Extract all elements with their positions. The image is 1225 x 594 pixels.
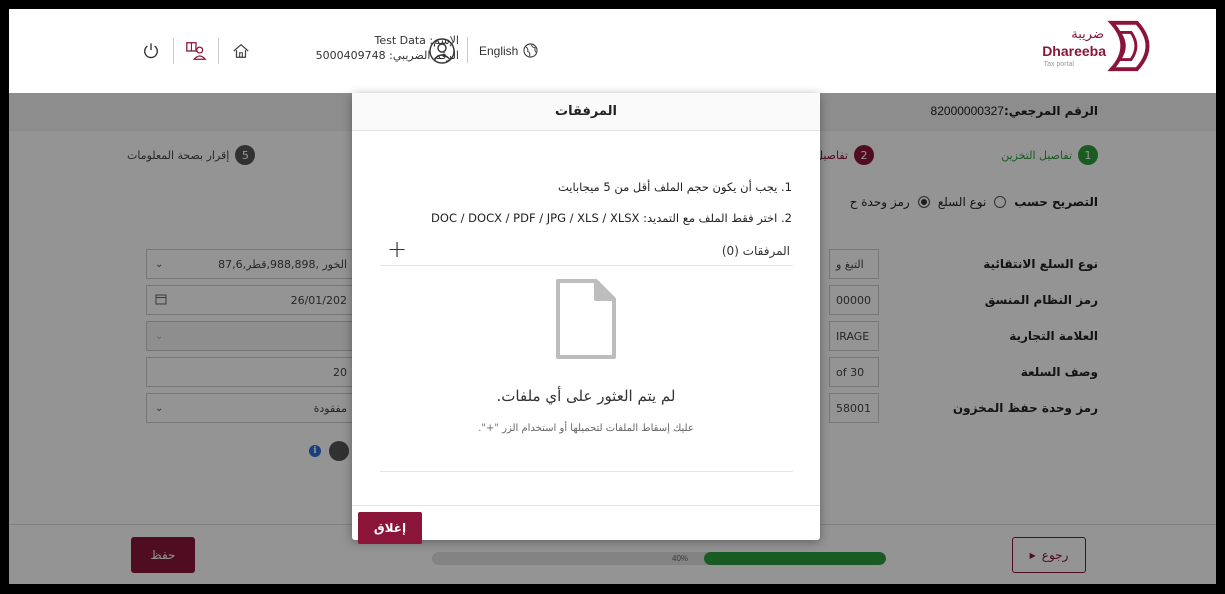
close-button[interactable]: إغلاق [358, 512, 422, 544]
language-switch[interactable]: English [479, 43, 538, 58]
rule-file-types: 2. اختر فقط الملف مع التمديد: DOC / DOCX… [431, 211, 792, 225]
header-divider [173, 38, 174, 64]
dhareeba-logo[interactable]: ضريبة Dhareeba Tax portal [1016, 20, 1150, 79]
empty-state-title: لم يتم العثور على أي ملفات. [496, 387, 676, 405]
home-icon[interactable] [229, 39, 253, 63]
logo-english: Dhareeba [1042, 43, 1106, 59]
file-icon [556, 279, 616, 359]
logo-mark-icon [1107, 20, 1150, 72]
logo-subtitle: Tax portal [1043, 61, 1074, 68]
header-divider [467, 37, 468, 63]
switch-account-icon[interactable] [184, 39, 208, 63]
empty-state-hint: عليك إسقاط الملفات لتحميلها أو استخدام ا… [478, 423, 694, 434]
divider [380, 265, 793, 266]
top-header: الإسم: Test Data الرقم الضريبي: 50004097… [9, 9, 1216, 93]
modal-footer-divider [352, 505, 820, 506]
app-frame: الإسم: Test Data الرقم الضريبي: 50004097… [9, 9, 1216, 584]
attachments-modal: المرفقات 1. يجب أن يكون حجم الملف أقل من… [352, 93, 820, 544]
power-icon[interactable] [139, 39, 163, 63]
rule-file-size: 1. يجب أن يكون حجم الملف أقل من 5 ميجابا… [557, 180, 792, 194]
attachments-count: المرفقات (0) [721, 244, 790, 258]
header-divider [218, 38, 219, 64]
user-avatar-icon[interactable] [429, 38, 455, 68]
modal-title: المرفقات [352, 93, 820, 131]
divider [380, 471, 793, 472]
header-actions [139, 35, 253, 67]
language-label[interactable]: English [479, 44, 518, 58]
globe-icon [523, 43, 538, 58]
add-attachment-icon[interactable]: + [387, 237, 407, 261]
logo-arabic: ضريبة [1071, 27, 1104, 42]
